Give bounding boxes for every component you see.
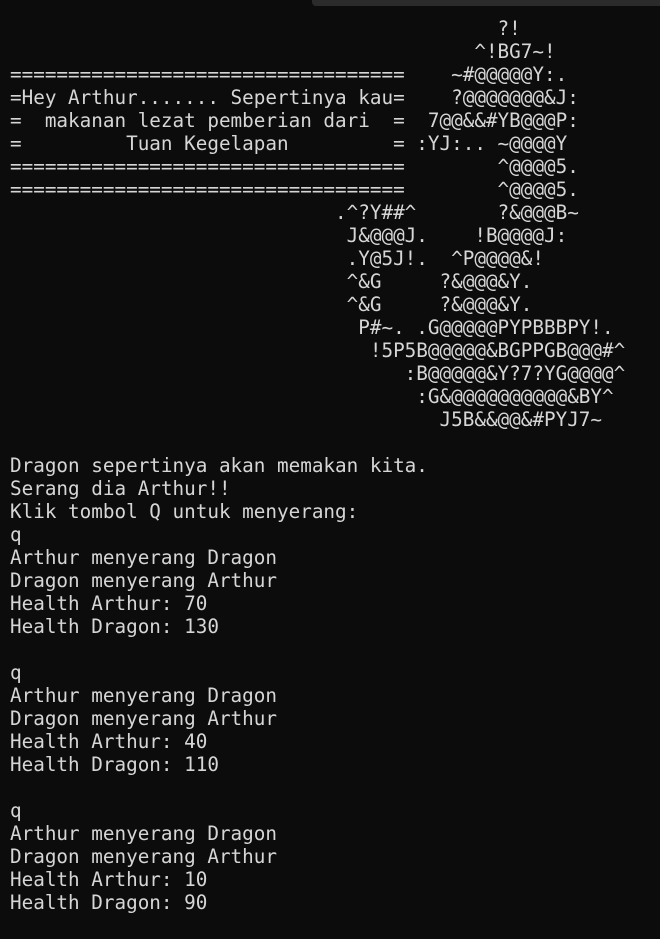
- terminal-line: = Tuan Kegelapan = :YJ:.. ~@@@@Y: [10, 132, 568, 155]
- terminal-line: P#~. .G@@@@@PYPBBBPY!.: [10, 316, 614, 339]
- terminal-line: Serang dia Arthur!!: [10, 477, 231, 500]
- terminal-line: J&@@@J. !B@@@@J:: [10, 224, 568, 247]
- terminal-line: ================================== ~#@@@…: [10, 63, 568, 86]
- terminal-line: Health Arthur: 40: [10, 730, 208, 753]
- terminal-line: q: [10, 661, 22, 684]
- terminal-line: Arthur menyerang Dragon: [10, 684, 277, 707]
- terminal-line: Health Arthur: 70: [10, 592, 208, 615]
- terminal-line: Health Dragon: 110: [10, 753, 219, 776]
- terminal-line: =Hey Arthur....... Sepertinya kau= ?@@@@…: [10, 86, 579, 109]
- terminal-line: :B@@@@@&Y?7?YG@@@@^: [10, 362, 626, 385]
- terminal-line: ================================== ^@@@@…: [10, 178, 579, 201]
- terminal-line: Arthur menyerang Dragon: [10, 546, 277, 569]
- terminal-line: ^&G ?&@@@&Y.: [10, 293, 533, 316]
- terminal-line: :G&@@@@@@@@@@&BY^: [10, 385, 614, 408]
- terminal-line: Arthur menyerang Dragon: [10, 822, 277, 845]
- terminal-line: = makanan lezat pemberian dari = 7@@&&#Y…: [10, 109, 579, 132]
- terminal-line: !5P5B@@@@@&BGPPGB@@@#^: [10, 339, 626, 362]
- terminal-line: Dragon sepertinya akan memakan kita.: [10, 454, 428, 477]
- terminal-line: q: [10, 523, 22, 546]
- window-top-bar: [0, 0, 660, 6]
- terminal-line: ?!: [10, 17, 521, 40]
- terminal-line: ^!BG7~!: [10, 40, 556, 63]
- tab-strip[interactable]: [312, 0, 660, 6]
- terminal-line: .Y@5J!. ^P@@@@&!: [10, 247, 544, 270]
- terminal-line: Dragon menyerang Arthur: [10, 569, 277, 592]
- terminal-line: .^?Y##^ ?&@@@B~: [10, 201, 579, 224]
- terminal-line: Klik tombol Q untuk menyerang:: [10, 500, 359, 523]
- terminal-line: Dragon menyerang Arthur: [10, 845, 277, 868]
- terminal-output[interactable]: ?! ^!BG7~! ==============================…: [10, 17, 650, 932]
- terminal-line: Health Arthur: 10: [10, 868, 208, 891]
- terminal-line: Health Dragon: 130: [10, 615, 219, 638]
- terminal-line: q: [10, 799, 22, 822]
- terminal-line: J5B&&@@&#PYJ7~: [10, 408, 603, 431]
- terminal-line: ^&G ?&@@@&Y.: [10, 270, 533, 293]
- terminal-line: Health Dragon: 90: [10, 891, 208, 914]
- terminal-line: Dragon menyerang Arthur: [10, 707, 277, 730]
- terminal-line: ================================== ^@@@@…: [10, 155, 579, 178]
